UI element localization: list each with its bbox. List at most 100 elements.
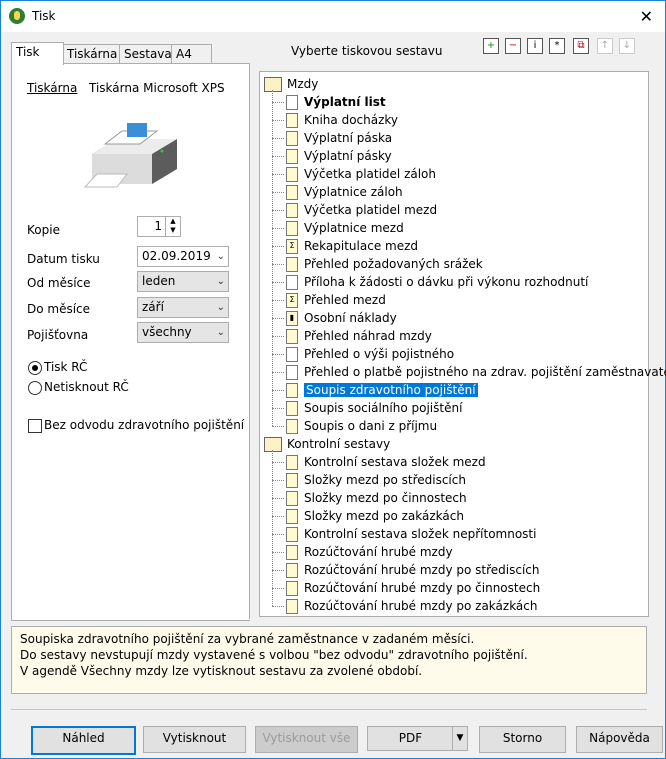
- tree-item-label: Přehled náhrad mzdy: [304, 329, 432, 343]
- print-dialog: Tisk ✕ Tisk Tiskárna Sestava A4 Vyberte …: [0, 0, 666, 759]
- tree-item[interactable]: Výplatnice záloh: [272, 183, 403, 201]
- tree-item-label: Složky mezd po činnostech: [304, 491, 467, 505]
- document-icon: [286, 113, 298, 128]
- copies-spin[interactable]: ▲ ▼: [165, 217, 180, 236]
- tree-connector: [272, 462, 284, 463]
- radio-no-print-rc[interactable]: [28, 381, 42, 395]
- tree-connector: [272, 318, 284, 319]
- to-month-select[interactable]: září ⌄: [137, 297, 229, 318]
- tree-connector: [272, 174, 284, 175]
- spin-down-icon[interactable]: ▼: [166, 226, 180, 235]
- tree-item[interactable]: Přehled požadovaných srážek: [272, 255, 483, 273]
- tree-item-label: Výplatnice záloh: [304, 185, 403, 199]
- report-tree[interactable]: Mzdy Výplatní list Kniha docházky Výplatní …: [259, 71, 666, 617]
- tree-item[interactable]: Složky mezd po zakázkách: [272, 507, 464, 525]
- tree-connector: [272, 570, 284, 571]
- tree-connector: [272, 588, 284, 589]
- tree-item[interactable]: Soupis o dani z příjmu: [272, 417, 437, 435]
- tree-item[interactable]: Σ Přehled mezd: [272, 291, 386, 309]
- radio-print-rc-label: Tisk RČ: [44, 360, 88, 374]
- pdf-button[interactable]: PDF ▼: [367, 726, 468, 751]
- tab-sestava[interactable]: Sestava: [119, 44, 177, 64]
- chevron-down-icon[interactable]: ⌄: [217, 323, 225, 342]
- tree-item[interactable]: Příloha k žádosti o dávku při výkonu roz…: [272, 273, 588, 291]
- date-picker[interactable]: 02.09.2019 ⌄: [137, 246, 229, 267]
- remove-icon[interactable]: −: [505, 38, 521, 54]
- tree-connector: [272, 210, 284, 211]
- tree-item[interactable]: ▮ Osobní náklady: [272, 309, 397, 327]
- tree-item-label: Výplatní list: [304, 95, 386, 109]
- preview-button[interactable]: Náhled: [31, 726, 136, 755]
- move-up-icon[interactable]: ↑: [597, 38, 613, 54]
- print-options-panel: Tiskárna Tiskárna Microsoft XPS Kopie 1 …: [11, 63, 250, 621]
- tree-item[interactable]: Přehled náhrad mzdy: [272, 327, 432, 345]
- to-month-label: Do měsíce: [27, 302, 91, 316]
- tree-item-selected[interactable]: Soupis zdravotního pojištění: [272, 381, 478, 399]
- spin-up-icon[interactable]: ▲: [166, 217, 180, 226]
- tree-item[interactable]: Přehled o platbě pojistného na zdrav. po…: [272, 363, 666, 381]
- no-health-insurance-checkbox[interactable]: [28, 419, 42, 433]
- tree-connector: [272, 228, 284, 229]
- chevron-down-icon[interactable]: ▼: [452, 727, 467, 750]
- title-bar: Tisk ✕: [1, 1, 665, 32]
- printer-link[interactable]: Tiskárna: [27, 81, 77, 95]
- radio-print-rc[interactable]: [28, 361, 42, 375]
- tree-item[interactable]: Výčetka platidel mezd: [272, 201, 437, 219]
- app-icon: [9, 8, 25, 24]
- tree-item[interactable]: Σ Rekapitulace mezd: [272, 237, 418, 255]
- star-icon[interactable]: *: [549, 38, 565, 54]
- chevron-down-icon[interactable]: ⌄: [217, 272, 225, 291]
- tree-item[interactable]: Složky mezd po činnostech: [272, 489, 467, 507]
- tree-item[interactable]: Rozúčtování hrubé mzdy po činnostech: [272, 579, 540, 597]
- tree-item[interactable]: Kontrolní sestava složek mezd: [272, 453, 486, 471]
- tab-tisk[interactable]: Tisk: [11, 42, 64, 65]
- info-icon[interactable]: i: [527, 38, 543, 54]
- tree-item[interactable]: Výplatní pásky: [272, 147, 392, 165]
- book-icon: [264, 77, 282, 92]
- move-down-icon[interactable]: ↓: [619, 38, 635, 54]
- print-all-button[interactable]: Vytisknout vše: [255, 726, 358, 753]
- cancel-button[interactable]: Storno: [479, 726, 566, 753]
- add-icon[interactable]: +: [483, 38, 499, 54]
- tree-item-label: Přehled mezd: [304, 293, 386, 307]
- chevron-down-icon[interactable]: ⌄: [217, 247, 225, 266]
- tree-item-label: Výplatní páska: [304, 131, 393, 145]
- tree-item[interactable]: Kniha docházky: [272, 111, 398, 129]
- tree-item-label: Osobní náklady: [304, 311, 397, 325]
- tree-connector: [272, 120, 284, 121]
- tree-group-label: Kontrolní sestavy: [287, 437, 391, 451]
- tree-item[interactable]: Výplatnice mezd: [272, 219, 404, 237]
- tree-item[interactable]: Výplatní páska: [272, 129, 393, 147]
- document-icon: [286, 149, 298, 164]
- help-button[interactable]: Nápověda: [576, 726, 663, 753]
- from-month-select[interactable]: leden ⌄: [137, 271, 229, 292]
- close-icon[interactable]: ✕: [640, 7, 653, 26]
- tree-item[interactable]: Rozúčtování hrubé mzdy: [272, 543, 453, 561]
- insurer-select[interactable]: všechny ⌄: [137, 322, 229, 343]
- document-icon: Σ: [286, 239, 298, 254]
- tree-item[interactable]: Výplatní list: [272, 93, 386, 111]
- tree-group[interactable]: Kontrolní sestavy: [264, 435, 390, 453]
- tab-tiskarna[interactable]: Tiskárna: [62, 44, 122, 64]
- document-icon: [286, 473, 298, 488]
- document-icon: [286, 221, 298, 236]
- chevron-down-icon[interactable]: ⌄: [217, 298, 225, 317]
- tree-connector: [272, 498, 284, 499]
- tree-item[interactable]: Přehled o výši pojistného: [272, 345, 454, 363]
- tree-item[interactable]: Složky mezd po střediscích: [272, 471, 466, 489]
- copies-label: Kopie: [27, 223, 60, 237]
- tree-item[interactable]: Soupis sociálního pojištění: [272, 399, 463, 417]
- no-health-insurance-label: Bez odvodu zdravotního pojištění: [44, 418, 245, 432]
- copies-stepper[interactable]: 1 ▲ ▼: [137, 216, 181, 237]
- tree-item[interactable]: Kontrolní sestava složek nepřítomnosti: [272, 525, 536, 543]
- tree-item-label: Soupis sociálního pojištění: [304, 401, 463, 415]
- tree-item[interactable]: Výčetka platidel záloh: [272, 165, 436, 183]
- print-button[interactable]: Vytisknout: [143, 726, 246, 753]
- tree-item[interactable]: Rozúčtování hrubé mzdy po střediscích: [272, 561, 540, 579]
- date-value: 02.09.2019: [142, 249, 211, 263]
- tree-item[interactable]: Rozúčtování hrubé mzdy po zakázkách: [272, 597, 538, 615]
- tree-item-label: Rozúčtování hrubé mzdy po zakázkách: [304, 599, 538, 613]
- tree-connector: [272, 156, 284, 157]
- tab-a4[interactable]: A4: [171, 44, 212, 64]
- copy-icon[interactable]: ⧉: [573, 38, 589, 54]
